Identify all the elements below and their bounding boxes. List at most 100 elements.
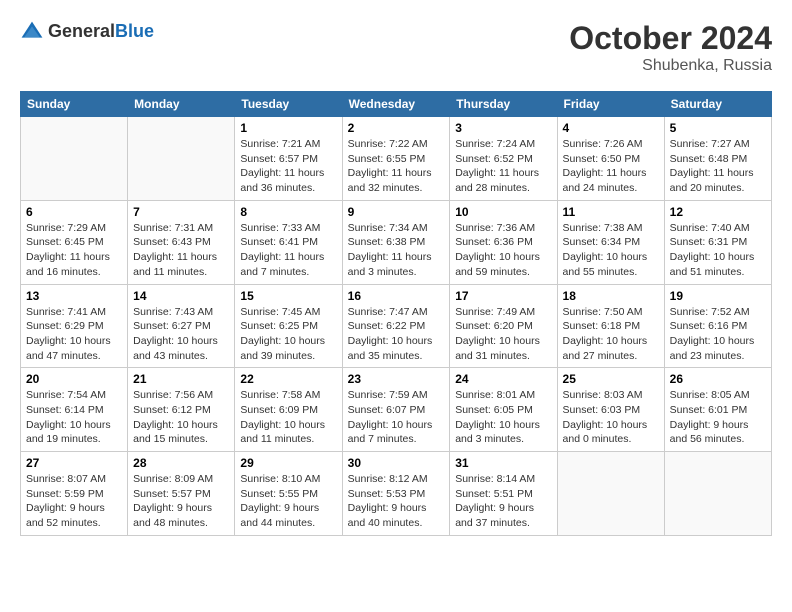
day-number: 5 [670, 121, 766, 135]
day-info: Sunrise: 7:50 AM Sunset: 6:18 PM Dayligh… [563, 305, 659, 364]
calendar-cell: 21 Sunrise: 7:56 AM Sunset: 6:12 PM Dayli… [128, 368, 235, 452]
calendar-cell: 2 Sunrise: 7:22 AM Sunset: 6:55 PM Daylig… [342, 117, 450, 201]
calendar-cell [128, 117, 235, 201]
day-info: Sunrise: 8:14 AM Sunset: 5:51 PM Dayligh… [455, 472, 551, 531]
calendar-cell: 19Sunrise: 7:52 AM Sunset: 6:16 PM Dayli… [664, 284, 771, 368]
day-number: 15 [240, 289, 336, 303]
calendar-cell: 10 Sunrise: 7:36 AM Sunset: 6:36 PM Dayli… [450, 200, 557, 284]
calendar-header-thursday: Thursday [450, 92, 557, 117]
day-number: 11 [563, 205, 659, 219]
day-number: 9 [348, 205, 445, 219]
day-info: Sunrise: 7:56 AM Sunset: 6:12 PM Dayligh… [133, 388, 229, 447]
day-info: Sunrise: 7:26 AM Sunset: 6:50 PM Dayligh… [563, 137, 659, 196]
day-number: 20 [26, 372, 122, 386]
day-number: 17 [455, 289, 551, 303]
day-number: 31 [455, 456, 551, 470]
calendar-cell: 27Sunrise: 8:07 AM Sunset: 5:59 PM Dayli… [21, 452, 128, 536]
day-number: 14 [133, 289, 229, 303]
day-number: 4 [563, 121, 659, 135]
day-number: 18 [563, 289, 659, 303]
day-info: Sunrise: 8:05 AM Sunset: 6:01 PM Dayligh… [670, 388, 766, 447]
day-info: Sunrise: 7:34 AM Sunset: 6:38 PM Dayligh… [348, 221, 445, 280]
day-info: Sunrise: 8:01 AM Sunset: 6:05 PM Dayligh… [455, 388, 551, 447]
day-info: Sunrise: 7:33 AM Sunset: 6:41 PM Dayligh… [240, 221, 336, 280]
day-number: 1 [240, 121, 336, 135]
day-number: 10 [455, 205, 551, 219]
day-number: 7 [133, 205, 229, 219]
calendar-cell: 26Sunrise: 8:05 AM Sunset: 6:01 PM Dayli… [664, 368, 771, 452]
day-number: 2 [348, 121, 445, 135]
calendar-header-saturday: Saturday [664, 92, 771, 117]
day-info: Sunrise: 7:21 AM Sunset: 6:57 PM Dayligh… [240, 137, 336, 196]
day-info: Sunrise: 8:03 AM Sunset: 6:03 PM Dayligh… [563, 388, 659, 447]
day-info: Sunrise: 7:41 AM Sunset: 6:29 PM Dayligh… [26, 305, 122, 364]
calendar-cell [664, 452, 771, 536]
day-number: 24 [455, 372, 551, 386]
calendar-header-wednesday: Wednesday [342, 92, 450, 117]
calendar-cell: 30Sunrise: 8:12 AM Sunset: 5:53 PM Dayli… [342, 452, 450, 536]
calendar-cell [21, 117, 128, 201]
calendar-cell: 24 Sunrise: 8:01 AM Sunset: 6:05 PM Dayli… [450, 368, 557, 452]
day-info: Sunrise: 7:54 AM Sunset: 6:14 PM Dayligh… [26, 388, 122, 447]
calendar-week-row: 6Sunrise: 7:29 AM Sunset: 6:45 PM Daylig… [21, 200, 772, 284]
day-number: 22 [240, 372, 336, 386]
calendar-cell [557, 452, 664, 536]
calendar-week-row: 27Sunrise: 8:07 AM Sunset: 5:59 PM Dayli… [21, 452, 772, 536]
calendar-header-sunday: Sunday [21, 92, 128, 117]
day-info: Sunrise: 7:38 AM Sunset: 6:34 PM Dayligh… [563, 221, 659, 280]
calendar-cell: 11 Sunrise: 7:38 AM Sunset: 6:34 PM Dayli… [557, 200, 664, 284]
calendar-cell: 23Sunrise: 7:59 AM Sunset: 6:07 PM Dayli… [342, 368, 450, 452]
calendar-week-row: 20 Sunrise: 7:54 AM Sunset: 6:14 PM Dayli… [21, 368, 772, 452]
calendar-cell: 29 Sunrise: 8:10 AM Sunset: 5:55 PM Dayli… [235, 452, 342, 536]
day-number: 28 [133, 456, 229, 470]
day-number: 12 [670, 205, 766, 219]
day-info: Sunrise: 7:47 AM Sunset: 6:22 PM Dayligh… [348, 305, 445, 364]
calendar-header-monday: Monday [128, 92, 235, 117]
calendar-cell: 9 Sunrise: 7:34 AM Sunset: 6:38 PM Daylig… [342, 200, 450, 284]
day-info: Sunrise: 7:24 AM Sunset: 6:52 PM Dayligh… [455, 137, 551, 196]
calendar-cell: 28 Sunrise: 8:09 AM Sunset: 5:57 PM Dayli… [128, 452, 235, 536]
day-info: Sunrise: 8:12 AM Sunset: 5:53 PM Dayligh… [348, 472, 445, 531]
day-info: Sunrise: 8:09 AM Sunset: 5:57 PM Dayligh… [133, 472, 229, 531]
day-info: Sunrise: 8:07 AM Sunset: 5:59 PM Dayligh… [26, 472, 122, 531]
day-info: Sunrise: 7:43 AM Sunset: 6:27 PM Dayligh… [133, 305, 229, 364]
calendar-table: SundayMondayTuesdayWednesdayThursdayFrid… [20, 91, 772, 536]
calendar-cell: 12 Sunrise: 7:40 AM Sunset: 6:31 PM Dayli… [664, 200, 771, 284]
day-info: Sunrise: 7:59 AM Sunset: 6:07 PM Dayligh… [348, 388, 445, 447]
location-title: Shubenka, Russia [569, 57, 772, 75]
calendar-cell: 5 Sunrise: 7:27 AM Sunset: 6:48 PM Daylig… [664, 117, 771, 201]
calendar-cell: 31 Sunrise: 8:14 AM Sunset: 5:51 PM Dayli… [450, 452, 557, 536]
calendar-cell: 20 Sunrise: 7:54 AM Sunset: 6:14 PM Dayli… [21, 368, 128, 452]
day-info: Sunrise: 7:58 AM Sunset: 6:09 PM Dayligh… [240, 388, 336, 447]
logo: GeneralBlue [20, 20, 154, 44]
day-info: Sunrise: 7:40 AM Sunset: 6:31 PM Dayligh… [670, 221, 766, 280]
calendar-week-row: 13 Sunrise: 7:41 AM Sunset: 6:29 PM Dayli… [21, 284, 772, 368]
day-number: 8 [240, 205, 336, 219]
calendar-cell: 16Sunrise: 7:47 AM Sunset: 6:22 PM Dayli… [342, 284, 450, 368]
day-number: 25 [563, 372, 659, 386]
calendar-cell: 6Sunrise: 7:29 AM Sunset: 6:45 PM Daylig… [21, 200, 128, 284]
day-info: Sunrise: 7:27 AM Sunset: 6:48 PM Dayligh… [670, 137, 766, 196]
calendar-cell: 7Sunrise: 7:31 AM Sunset: 6:43 PM Daylig… [128, 200, 235, 284]
day-number: 3 [455, 121, 551, 135]
month-title: October 2024 [569, 20, 772, 57]
day-number: 21 [133, 372, 229, 386]
calendar-cell: 18 Sunrise: 7:50 AM Sunset: 6:18 PM Dayli… [557, 284, 664, 368]
calendar-header-friday: Friday [557, 92, 664, 117]
day-info: Sunrise: 7:36 AM Sunset: 6:36 PM Dayligh… [455, 221, 551, 280]
day-info: Sunrise: 7:22 AM Sunset: 6:55 PM Dayligh… [348, 137, 445, 196]
day-number: 13 [26, 289, 122, 303]
day-number: 19 [670, 289, 766, 303]
day-number: 29 [240, 456, 336, 470]
calendar-cell: 8 Sunrise: 7:33 AM Sunset: 6:41 PM Daylig… [235, 200, 342, 284]
day-info: Sunrise: 7:49 AM Sunset: 6:20 PM Dayligh… [455, 305, 551, 364]
calendar-cell: 1 Sunrise: 7:21 AM Sunset: 6:57 PM Daylig… [235, 117, 342, 201]
logo-blue-text: Blue [115, 21, 154, 41]
calendar-cell: 3 Sunrise: 7:24 AM Sunset: 6:52 PM Daylig… [450, 117, 557, 201]
day-info: Sunrise: 7:45 AM Sunset: 6:25 PM Dayligh… [240, 305, 336, 364]
calendar-cell: 17 Sunrise: 7:49 AM Sunset: 6:20 PM Dayli… [450, 284, 557, 368]
calendar-cell: 25 Sunrise: 8:03 AM Sunset: 6:03 PM Dayli… [557, 368, 664, 452]
day-info: Sunrise: 8:10 AM Sunset: 5:55 PM Dayligh… [240, 472, 336, 531]
calendar-cell: 4 Sunrise: 7:26 AM Sunset: 6:50 PM Daylig… [557, 117, 664, 201]
logo-general-text: General [48, 21, 115, 41]
